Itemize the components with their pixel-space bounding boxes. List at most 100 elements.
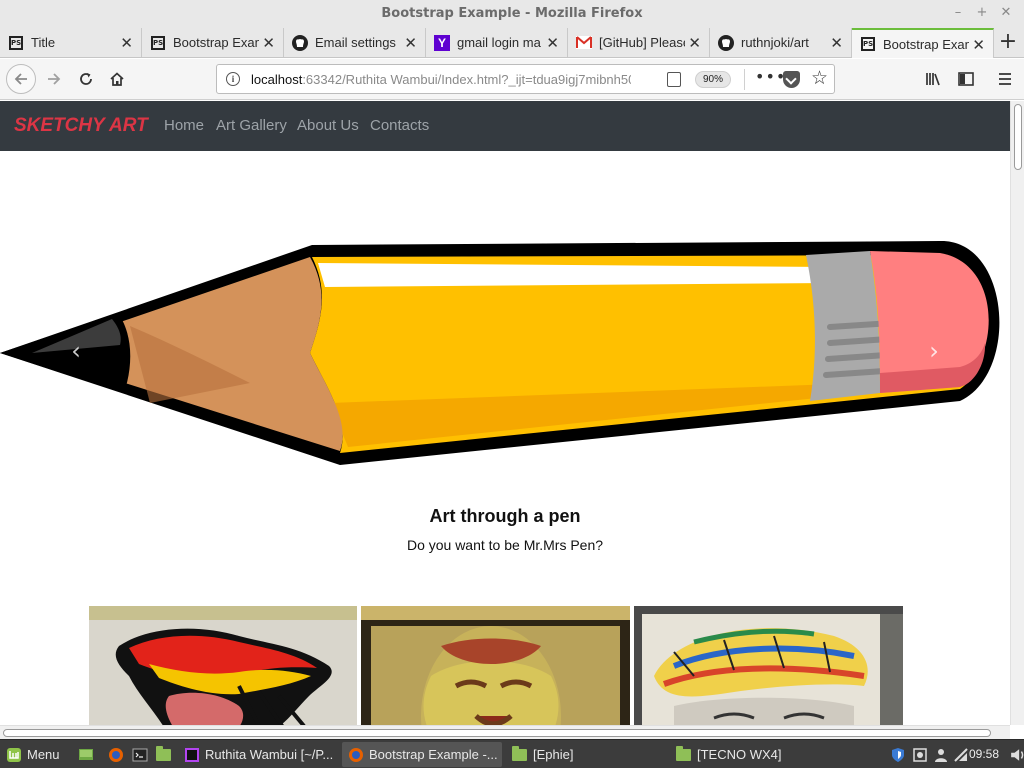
terminal-icon bbox=[132, 748, 148, 761]
tray-volume-button[interactable] bbox=[1004, 742, 1024, 767]
taskbar-window-label: Ruthita Wambui [~/P... bbox=[205, 747, 334, 762]
tab-strip: PS Title ✕ PS Bootstrap Exam ✕ Email set… bbox=[0, 28, 1024, 58]
minimize-button[interactable]: – bbox=[950, 5, 966, 21]
nav-link-contacts[interactable]: Contacts bbox=[370, 117, 429, 134]
close-icon[interactable]: ✕ bbox=[972, 36, 985, 54]
site-brand[interactable]: SKETCHY ART bbox=[14, 115, 148, 137]
phpstorm-icon: PS bbox=[860, 36, 876, 52]
tab-label: Bootstrap Exam bbox=[173, 35, 259, 50]
tab-bootstrap-example[interactable]: PS Bootstrap Exam ✕ bbox=[142, 28, 284, 57]
close-icon[interactable]: ✕ bbox=[404, 34, 417, 52]
tab-label: Bootstrap Exam bbox=[883, 36, 969, 52]
taskbar-window-ephie[interactable]: [Ephie] bbox=[506, 742, 666, 767]
carousel-caption-text: Do you want to be Mr.Mrs Pen? bbox=[406, 537, 604, 553]
url-bar[interactable]: i localhost:63342/Ruthita Wambui/Index.h… bbox=[216, 64, 835, 94]
tab-bootstrap-example-active[interactable]: PS Bootstrap Exam ✕ bbox=[852, 28, 994, 58]
close-icon[interactable]: ✕ bbox=[546, 34, 559, 52]
tab-ruthnjoki-art[interactable]: ruthnjoki/art ✕ bbox=[710, 28, 852, 57]
taskbar-window-phpstorm[interactable]: Ruthita Wambui [~/P... bbox=[178, 742, 338, 767]
start-menu-button[interactable]: Menu bbox=[0, 742, 68, 767]
tab-label: ruthnjoki/art bbox=[741, 35, 809, 50]
pocket-icon[interactable] bbox=[783, 71, 800, 88]
sidebar-button[interactable] bbox=[952, 65, 980, 93]
url-separator bbox=[744, 69, 745, 90]
start-menu-label: Menu bbox=[27, 747, 60, 762]
launch-terminal-button[interactable] bbox=[126, 742, 148, 767]
carousel-prev-button[interactable]: ‹ bbox=[61, 336, 91, 366]
info-icon[interactable]: i bbox=[226, 72, 240, 86]
forward-button[interactable] bbox=[40, 65, 68, 93]
url-text[interactable]: localhost:63342/Ruthita Wambui/Index.htm… bbox=[251, 72, 631, 87]
pencil-image bbox=[0, 240, 1000, 465]
back-arrow-icon bbox=[14, 73, 27, 85]
bookmark-star-icon[interactable]: ☆ bbox=[811, 67, 828, 89]
gallery-image-portrait[interactable] bbox=[361, 606, 630, 725]
tab-email-settings[interactable]: Email settings ✕ bbox=[284, 28, 426, 57]
page-viewport: SKETCHY ART Home Art Gallery About Us Co… bbox=[0, 101, 1010, 725]
library-button[interactable] bbox=[920, 65, 948, 93]
reload-button[interactable] bbox=[72, 65, 100, 93]
back-button[interactable] bbox=[6, 64, 36, 94]
launch-firefox-button[interactable] bbox=[102, 742, 124, 767]
reader-view-icon[interactable] bbox=[667, 72, 681, 87]
tab-label: gmail login ma bbox=[457, 35, 541, 50]
phpstorm-icon: PS bbox=[8, 35, 24, 51]
browser-toolbar: i localhost:63342/Ruthita Wambui/Index.h… bbox=[0, 59, 1024, 100]
taskbar: Menu Ruthita Wambui [~/P... Bootstrap Ex… bbox=[0, 739, 1024, 768]
horizontal-scrollbar[interactable] bbox=[0, 725, 1010, 739]
vertical-scrollbar[interactable] bbox=[1010, 101, 1024, 725]
url-host: localhost bbox=[251, 72, 303, 87]
nav-link-art-gallery[interactable]: Art Gallery bbox=[216, 117, 287, 134]
nav-link-about-us[interactable]: About Us bbox=[297, 117, 359, 134]
mint-logo-icon bbox=[7, 747, 21, 762]
home-button[interactable] bbox=[103, 65, 131, 93]
forward-arrow-icon bbox=[48, 73, 61, 85]
horizontal-scroll-thumb[interactable] bbox=[3, 729, 991, 737]
firefox-icon bbox=[109, 747, 123, 762]
taskbar-window-label: [TECNO WX4] bbox=[697, 747, 782, 762]
close-icon[interactable]: ✕ bbox=[688, 34, 701, 52]
tab-label: Title bbox=[31, 35, 56, 50]
maximize-button[interactable]: + bbox=[974, 5, 990, 21]
tray-user-button[interactable] bbox=[927, 742, 949, 767]
yahoo-icon: Y bbox=[434, 34, 450, 51]
nav-link-home[interactable]: Home bbox=[164, 117, 204, 134]
close-icon[interactable]: ✕ bbox=[120, 34, 133, 52]
desktop-icon bbox=[79, 748, 93, 760]
show-desktop-button[interactable] bbox=[72, 742, 94, 767]
close-window-button[interactable]: ✕ bbox=[998, 5, 1014, 21]
taskbar-clock[interactable]: 09:58 bbox=[969, 747, 999, 761]
tab-gmail-login[interactable]: Y gmail login ma ✕ bbox=[426, 28, 568, 57]
volume-icon bbox=[1011, 748, 1024, 761]
taskbar-window-tecno[interactable]: [TECNO WX4] bbox=[670, 742, 830, 767]
gallery-image-headwrap[interactable] bbox=[634, 606, 903, 725]
zoom-level-button[interactable]: 90% bbox=[695, 71, 731, 88]
carousel-next-button[interactable]: › bbox=[919, 336, 949, 366]
window-title: Bootstrap Example - Mozilla Firefox bbox=[381, 6, 643, 21]
vertical-scroll-thumb[interactable] bbox=[1014, 104, 1022, 170]
sidebar-icon bbox=[958, 72, 974, 86]
tray-update-button[interactable] bbox=[906, 742, 928, 767]
tray-network-button[interactable] bbox=[947, 742, 969, 767]
shield-icon bbox=[892, 747, 904, 762]
window-titlebar: Bootstrap Example - Mozilla Firefox – + … bbox=[0, 0, 1024, 28]
network-icon bbox=[954, 747, 968, 762]
hamburger-icon bbox=[999, 73, 1011, 85]
tab-github-please[interactable]: [GitHub] Please ✕ bbox=[568, 28, 710, 57]
update-manager-icon bbox=[913, 747, 927, 762]
taskbar-window-firefox[interactable]: Bootstrap Example -... bbox=[342, 742, 502, 767]
tray-shield-button[interactable] bbox=[884, 742, 906, 767]
tab-label: Email settings bbox=[315, 35, 396, 50]
launch-files-button[interactable] bbox=[150, 742, 172, 767]
close-icon[interactable]: ✕ bbox=[830, 34, 843, 52]
tab-title[interactable]: PS Title ✕ bbox=[0, 28, 142, 57]
gmail-icon bbox=[576, 35, 592, 51]
taskbar-window-label: Bootstrap Example -... bbox=[369, 747, 498, 762]
phpstorm-icon: PS bbox=[150, 35, 166, 51]
gallery-image-africa[interactable] bbox=[89, 606, 357, 725]
page-actions-button[interactable]: ••• bbox=[755, 67, 786, 86]
close-icon[interactable]: ✕ bbox=[262, 34, 275, 52]
new-tab-button[interactable]: + bbox=[994, 30, 1022, 56]
library-icon bbox=[926, 73, 940, 86]
menu-button[interactable] bbox=[991, 65, 1019, 93]
